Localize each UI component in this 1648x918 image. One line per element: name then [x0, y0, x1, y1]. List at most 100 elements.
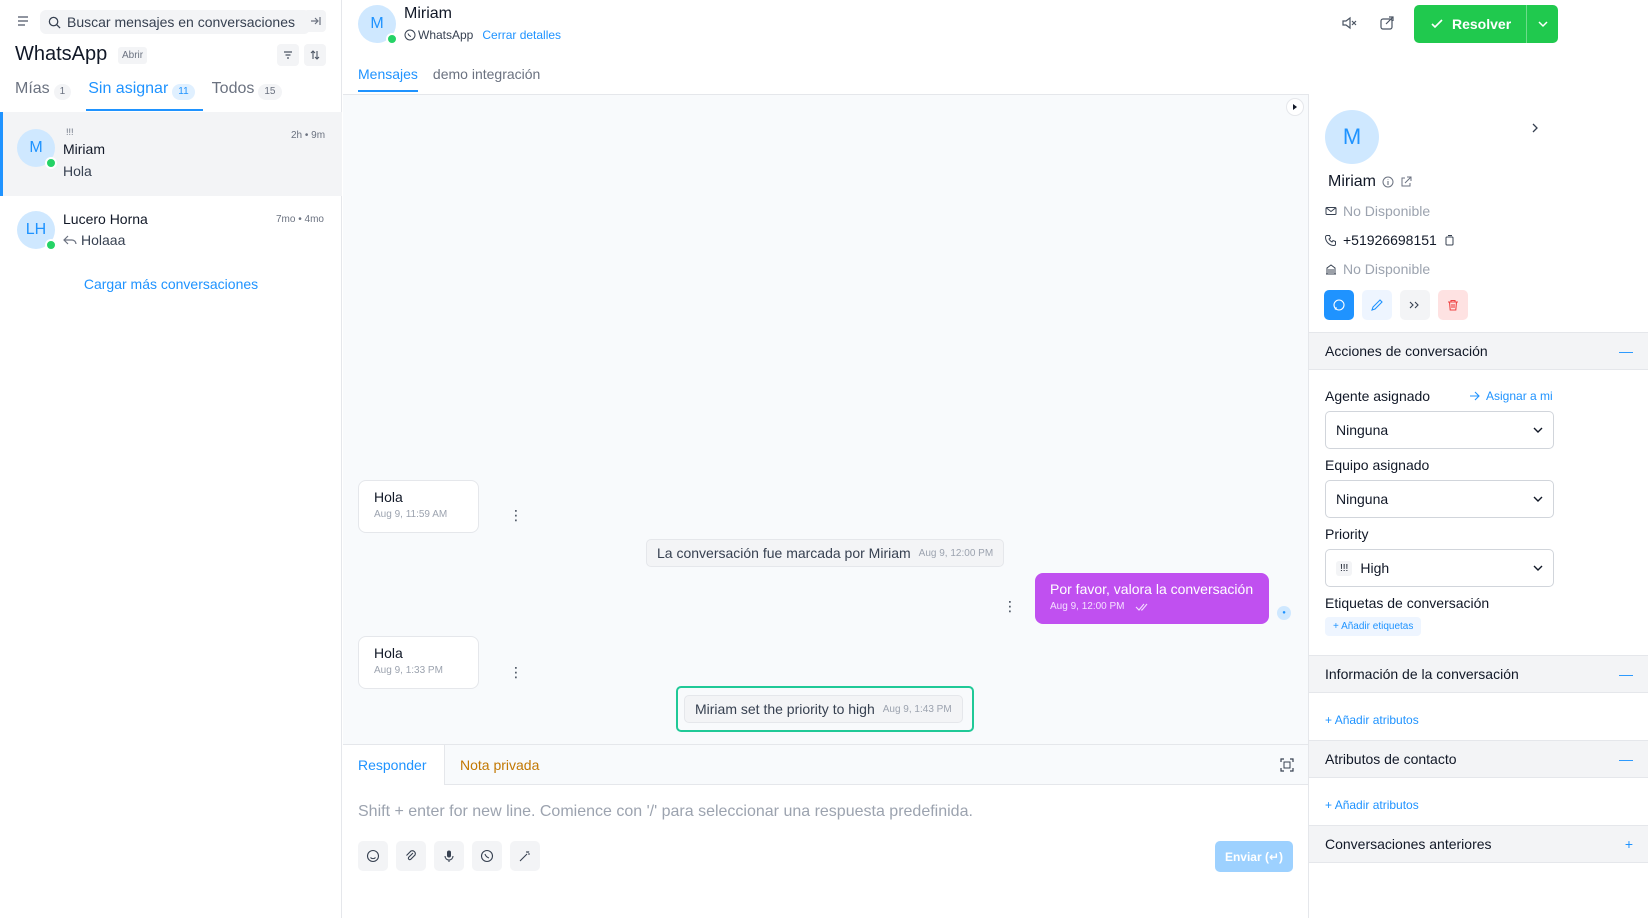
- close-details-link[interactable]: Cerrar detalles: [482, 28, 561, 42]
- emoji-icon: [366, 849, 380, 863]
- emoji-button[interactable]: [358, 841, 388, 871]
- load-more-link[interactable]: Cargar más conversaciones: [0, 276, 342, 292]
- whatsapp-icon: [45, 239, 57, 251]
- agent-avatar: ●: [1277, 606, 1291, 620]
- avatar-initials: LH: [25, 221, 47, 238]
- tab-sin-asignar[interactable]: Sin asignar 11: [86, 78, 204, 111]
- message-options-icon[interactable]: ⋮: [509, 508, 523, 522]
- delete-contact-button[interactable]: [1438, 290, 1468, 320]
- audio-button[interactable]: [434, 841, 464, 871]
- assign-to-me-link[interactable]: Asignar a mi: [1469, 389, 1553, 403]
- whatsapp-icon: [45, 157, 57, 169]
- attach-button[interactable]: [396, 841, 426, 871]
- ai-assist-button[interactable]: [510, 841, 540, 871]
- filter-button[interactable]: [277, 44, 299, 66]
- search-input[interactable]: Buscar mensajes en conversaciones: [40, 10, 310, 34]
- check-icon: [1431, 19, 1443, 29]
- tab-count: 1: [53, 84, 72, 100]
- conversation-list-panel: Buscar mensajes en conversaciones WhatsA…: [0, 0, 342, 918]
- tab-count: 15: [258, 84, 282, 100]
- add-labels-button[interactable]: + Añadir etiquetas: [1325, 617, 1422, 636]
- sort-button[interactable]: [304, 44, 326, 66]
- edit-contact-button[interactable]: [1362, 290, 1392, 320]
- search-icon: [48, 16, 67, 29]
- menu-icon[interactable]: [16, 14, 30, 28]
- contact-name-text: Miriam: [1328, 173, 1376, 190]
- chat-tabs: Mensajes demo integración: [358, 66, 555, 92]
- tab-responder[interactable]: Responder: [343, 745, 445, 785]
- message-options-icon[interactable]: ⋮: [1003, 599, 1017, 613]
- mail-icon: [1325, 207, 1337, 215]
- priority-icon: !!!: [1336, 560, 1353, 576]
- tab-nota-privada[interactable]: Nota privada: [460, 745, 539, 785]
- collapse-icon[interactable]: —: [1619, 751, 1633, 767]
- chat-panel: M Miriam WhatsApp Cerrar detalles Resolv…: [343, 0, 1558, 918]
- plus-icon: +: [1325, 713, 1335, 727]
- contact-panel: M Miriam No Disponible +51926698151 No D…: [1308, 94, 1648, 918]
- collapse-sidebar-button[interactable]: [304, 10, 326, 32]
- whatsapp-icon: [480, 849, 494, 863]
- add-attributes-link[interactable]: + Añadir atributos: [1325, 713, 1419, 727]
- reply-input[interactable]: Shift + enter for new line. Comience con…: [358, 803, 973, 821]
- tab-mias[interactable]: Mías 1: [15, 78, 72, 111]
- collapse-icon[interactable]: —: [1619, 343, 1633, 359]
- expand-panel-icon[interactable]: [1286, 98, 1304, 116]
- tab-count: 11: [172, 84, 195, 100]
- avatar-initials: M: [370, 15, 384, 32]
- chevron-right-icon[interactable]: [1529, 122, 1541, 134]
- expand-icon[interactable]: +: [1625, 836, 1633, 852]
- phone-value: +51926698151: [1343, 232, 1437, 248]
- message-time: Aug 9, 11:59 AM: [374, 509, 448, 520]
- message-options-icon[interactable]: ⋮: [509, 665, 523, 679]
- section-title: Acciones de conversación: [1325, 343, 1488, 359]
- merge-contact-button[interactable]: [1400, 290, 1430, 320]
- agent-value: Ninguna: [1336, 422, 1389, 438]
- new-message-button[interactable]: [1324, 290, 1354, 320]
- priority-select[interactable]: !!! High: [1325, 549, 1554, 587]
- collapse-icon[interactable]: —: [1619, 666, 1633, 682]
- message-text: Hola: [374, 645, 403, 661]
- status-badge[interactable]: Abrir: [118, 47, 148, 64]
- section-atributos-contacto[interactable]: Atributos de contacto —: [1309, 740, 1648, 778]
- send-button[interactable]: Enviar (↵): [1215, 841, 1293, 872]
- section-conversaciones-anteriores[interactable]: Conversaciones anteriores +: [1309, 825, 1648, 863]
- tab-label: Sin asignar: [88, 80, 169, 97]
- section-acciones[interactable]: Acciones de conversación —: [1309, 332, 1648, 370]
- mute-icon[interactable]: [1340, 14, 1358, 32]
- resolve-button[interactable]: Resolver: [1414, 5, 1558, 43]
- conversation-tabs: Mías 1 Sin asignar 11 Todos 15: [15, 78, 299, 111]
- share-icon[interactable]: [1378, 14, 1396, 32]
- agent-select[interactable]: Ninguna: [1325, 411, 1554, 449]
- section-title: Información de la conversación: [1325, 666, 1519, 682]
- conversation-time: 2h • 9m: [291, 130, 326, 141]
- avatar: LH: [17, 211, 57, 251]
- message-text: Por favor, valora la conversación: [1050, 581, 1254, 597]
- channel-name: WhatsApp: [418, 28, 474, 42]
- contact-phone: +51926698151: [1325, 232, 1461, 248]
- activity-time: Aug 9, 12:00 PM: [918, 547, 994, 559]
- section-title: Atributos de contacto: [1325, 751, 1457, 767]
- info-icon: [1382, 176, 1394, 188]
- contact-avatar: M: [1325, 110, 1379, 164]
- chevron-down-icon[interactable]: [1537, 18, 1549, 30]
- company-value: No Disponible: [1343, 261, 1431, 277]
- expand-editor-icon[interactable]: [1280, 758, 1294, 772]
- company-icon: [1326, 264, 1336, 275]
- team-select[interactable]: Ninguna: [1325, 480, 1554, 518]
- section-info-conversacion[interactable]: Información de la conversación —: [1309, 655, 1648, 693]
- agent-label: Agente asignado: [1325, 388, 1431, 404]
- conversation-item[interactable]: LH Lucero Horna Holaaa 7mo • 4mo: [0, 196, 342, 266]
- tab-demo-integracion[interactable]: demo integración: [433, 66, 540, 92]
- tab-mensajes[interactable]: Mensajes: [358, 66, 418, 92]
- add-attributes-link[interactable]: + Añadir atributos: [1325, 798, 1419, 812]
- reply-tabs: Responder Nota privada: [343, 745, 1308, 785]
- arrow-right-icon: [1470, 391, 1480, 401]
- whatsapp-template-button[interactable]: [472, 841, 502, 871]
- microphone-icon: [442, 849, 456, 863]
- search-placeholder: Buscar mensajes en conversaciones: [67, 14, 296, 30]
- tab-label: Todos: [211, 80, 255, 97]
- conversation-name: Miriam: [63, 141, 105, 157]
- conversation-preview: Holaaa: [63, 232, 125, 248]
- tab-todos[interactable]: Todos 15: [212, 78, 282, 111]
- conversation-item[interactable]: M !!! Miriam Hola 2h • 9m: [0, 112, 342, 196]
